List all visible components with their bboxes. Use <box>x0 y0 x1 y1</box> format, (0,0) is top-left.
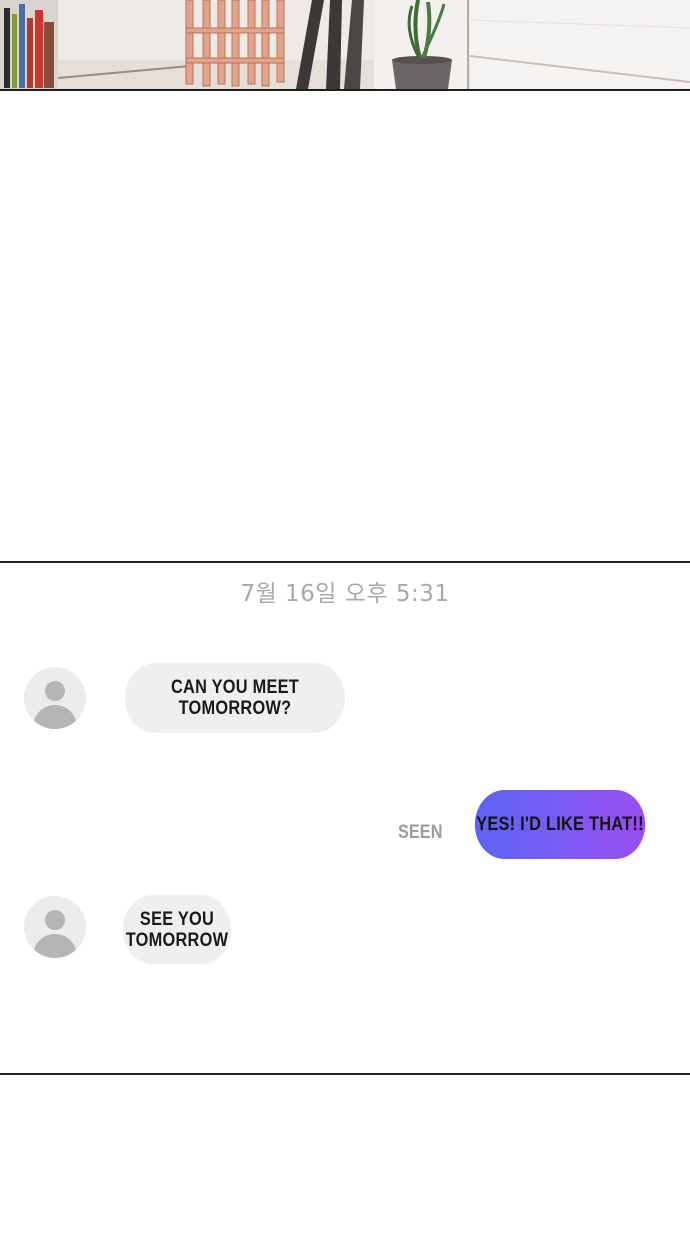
panel-divider-top <box>0 89 690 91</box>
incoming-message-bubble[interactable]: SEE YOU TOMORROW <box>122 895 232 964</box>
message-text: YES! I'D LIKE THAT!! <box>476 814 644 835</box>
message-text: SEE YOU TOMORROW <box>125 908 229 951</box>
chat-panel-top-border <box>0 561 690 563</box>
avatar-head <box>45 681 65 701</box>
outgoing-message-bubble[interactable]: YES! I'D LIKE THAT!! <box>474 790 646 859</box>
room-illustration <box>0 0 690 89</box>
contact-avatar[interactable] <box>24 896 86 958</box>
chat-panel-bottom-border <box>0 1073 690 1075</box>
incoming-message-bubble[interactable]: CAN YOU MEET TOMORROW? <box>124 663 346 733</box>
seen-status: SEEN <box>398 822 443 843</box>
message-text: CAN YOU MEET TOMORROW? <box>170 677 300 719</box>
avatar-body <box>33 705 77 729</box>
contact-avatar[interactable] <box>24 667 86 729</box>
chat-timestamp: 7월 16일 오후 5:31 <box>240 581 450 607</box>
avatar-head <box>45 910 65 930</box>
illustration-panel <box>0 0 690 89</box>
avatar-body <box>33 934 77 958</box>
